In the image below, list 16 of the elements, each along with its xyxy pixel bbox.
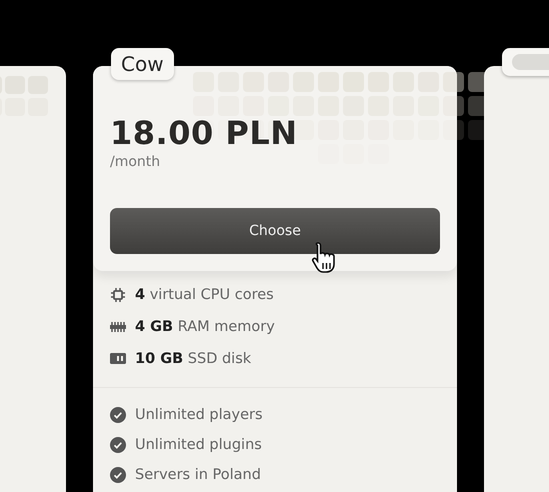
price: 18.00 PLN (110, 114, 298, 152)
check-icon (110, 466, 126, 482)
spec-text: 4 virtual CPU cores (135, 286, 274, 302)
hand-cursor-icon (311, 241, 337, 274)
spec-text: 10 GB SSD disk (135, 350, 252, 366)
feature-text: Servers in Poland (135, 466, 261, 482)
spec-text: 4 GB RAM memory (135, 318, 275, 334)
feature-text: Unlimited plugins (135, 436, 262, 452)
chip-icon (110, 288, 126, 302)
choose-button[interactable]: Choose (110, 208, 440, 254)
plan-name: Cow (111, 48, 174, 80)
memory-icon (110, 322, 126, 332)
check-icon (110, 436, 126, 452)
check-icon (110, 406, 126, 422)
feature-text: Unlimited players (135, 406, 263, 422)
billing-period: /month (110, 154, 162, 170)
